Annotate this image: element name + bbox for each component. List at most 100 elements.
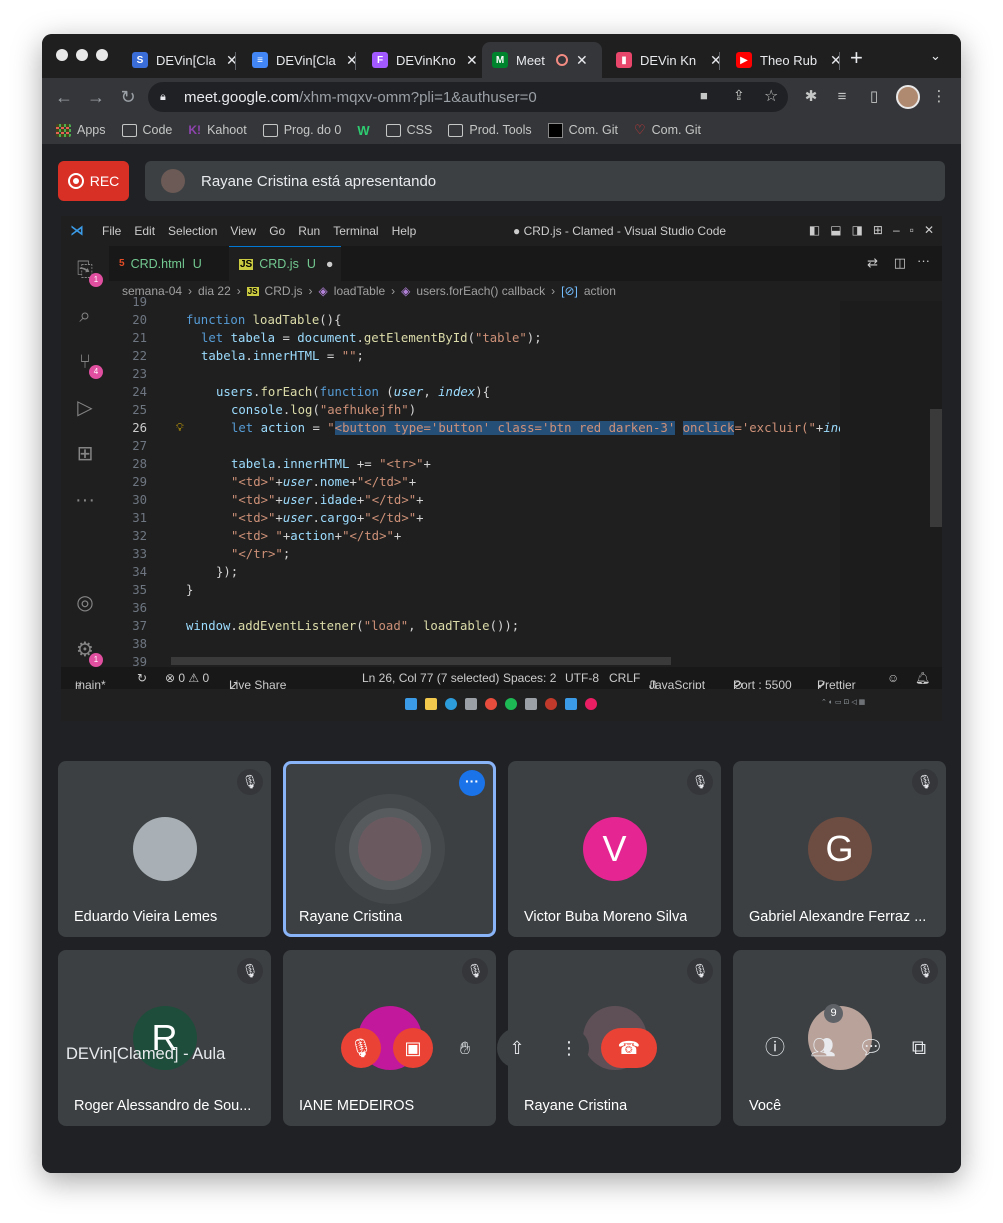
participant-tile[interactable]: 🎙︎ V Victor Buba Moreno Silva <box>508 761 721 937</box>
close-tab-icon[interactable]: ✕ <box>466 52 478 69</box>
menu-item[interactable]: Terminal <box>333 224 378 238</box>
menu-item[interactable]: View <box>230 224 256 238</box>
back-arrow-icon[interactable]: ← <box>53 86 75 108</box>
reload-icon[interactable]: ↻ <box>117 86 139 108</box>
leave-call-button[interactable]: ☎︎ <box>601 1028 657 1068</box>
problems-status[interactable]: ⊗ 0 ⚠ 0 <box>165 671 209 685</box>
minimap-slider[interactable] <box>930 409 942 527</box>
horizontal-scrollbar[interactable] <box>171 657 671 665</box>
browser-tab-active[interactable]: M Meet ✕ <box>482 42 602 78</box>
bookmark-star-icon[interactable]: ☆ <box>764 86 778 106</box>
bookmark-folder[interactable]: Prod. Tools <box>448 123 532 137</box>
run-debug-icon[interactable]: ▷ <box>73 396 97 420</box>
app-icon[interactable] <box>525 698 537 710</box>
bookmark-apps[interactable]: Apps <box>56 123 106 137</box>
forward-arrow-icon[interactable]: → <box>85 86 107 108</box>
browser-tab[interactable]: ▮ DEVin Kn ✕ <box>606 42 732 78</box>
meeting-info-icon[interactable]: ⓘ <box>760 1033 790 1063</box>
present-screen-button[interactable]: ⇧ <box>497 1028 537 1068</box>
editor-tab[interactable]: 5 CRD.html U <box>109 246 227 281</box>
restore-icon[interactable]: ▫ <box>910 223 914 237</box>
vscode-taskbar-icon[interactable] <box>565 698 577 710</box>
settings-gear-icon[interactable]: ⚙ 1 <box>73 638 103 667</box>
close-icon[interactable]: ✕ <box>924 223 934 237</box>
feedback-icon[interactable]: ☺ <box>887 671 899 685</box>
recording-button[interactable]: REC <box>58 161 129 201</box>
address-bar[interactable]: 🔒︎ meet.google.com /xhm-mqxv-omm?pli=1&a… <box>148 82 788 112</box>
camera-icon[interactable]: ■ <box>700 88 708 103</box>
close-tab-icon[interactable]: ✕ <box>576 52 588 69</box>
side-panel-icon[interactable]: ▯ <box>864 87 884 107</box>
explorer-icon[interactable]: ⎘ 1 <box>73 258 103 287</box>
extensions-icon[interactable]: ⊞ <box>73 442 97 466</box>
participant-tile-active[interactable]: ··· Rayane Cristina <box>283 761 496 937</box>
compare-icon[interactable]: ⇄ <box>867 255 878 271</box>
share-icon[interactable]: ⇪ <box>733 87 745 104</box>
layout-panel-icon[interactable]: ⬓ <box>830 223 841 237</box>
menu-kebab-icon[interactable]: ⋮ <box>929 87 949 107</box>
accounts-icon[interactable]: ◎ <box>73 591 97 615</box>
bookmark-prog[interactable]: Prog. do 0 <box>262 123 341 137</box>
source-control-icon[interactable]: ⑂ 4 <box>73 350 103 379</box>
spotify-icon[interactable] <box>505 698 517 710</box>
minimize-icon[interactable]: – <box>893 223 900 237</box>
menu-item[interactable]: File <box>102 224 121 238</box>
browser-tab[interactable]: S DEVin[Cla ✕ <box>122 42 248 78</box>
profile-avatar[interactable] <box>896 85 920 109</box>
bookmark-folder[interactable]: Code <box>121 123 172 137</box>
indentation-status[interactable]: Spaces: 2 <box>503 671 556 685</box>
browser-tab[interactable]: ▶ Theo Rub ✕ <box>726 42 852 78</box>
encoding-status[interactable]: UTF-8 <box>565 671 599 685</box>
sync-icon[interactable]: ↻ <box>137 671 147 685</box>
activities-icon[interactable]: ⧉ <box>904 1033 934 1063</box>
eol-status[interactable]: CRLF <box>609 671 640 685</box>
obs-icon[interactable] <box>545 698 557 710</box>
tab-search-chevron-icon[interactable]: ⌄ <box>930 48 941 64</box>
browser-tab[interactable]: F DEVinKno ✕ <box>362 42 488 78</box>
code-editor[interactable]: 19 20 function loadTable(){ 21 let tabela … <box>109 295 942 669</box>
chrome-icon[interactable] <box>485 698 497 710</box>
store-icon[interactable] <box>465 698 477 710</box>
raise-hand-button[interactable]: ✋︎ <box>445 1028 485 1068</box>
notifications-bell-icon[interactable]: 🔔︎ <box>915 671 930 685</box>
new-tab-button[interactable]: + <box>850 45 863 71</box>
window-close-button[interactable] <box>56 49 68 61</box>
menu-item[interactable]: Edit <box>134 224 155 238</box>
chat-icon[interactable]: 💬︎ <box>856 1033 886 1063</box>
extensions-icon[interactable]: ✱ <box>801 87 821 107</box>
browser-tab[interactable]: ≡ DEVin[Cla ✕ <box>242 42 368 78</box>
participant-tile[interactable]: 🎙︎ G Gabriel Alexandre Ferraz ... <box>733 761 946 937</box>
menu-item[interactable]: Go <box>269 224 285 238</box>
menu-item[interactable]: Help <box>392 224 417 238</box>
window-maximize-button[interactable] <box>96 49 108 61</box>
participant-tile[interactable]: 🎙︎ R Roger Alessandro de Sou... <box>58 950 271 1126</box>
bookmark-folder[interactable]: CSS <box>385 123 432 137</box>
menu-item[interactable]: Selection <box>168 224 217 238</box>
app-icon[interactable] <box>585 698 597 710</box>
camera-off-button[interactable]: ▣ <box>393 1028 433 1068</box>
mic-off-button[interactable]: 🎙︎ <box>341 1028 381 1068</box>
windows-start-icon[interactable] <box>405 698 417 710</box>
customize-layout-icon[interactable]: ⊞ <box>873 223 883 237</box>
bookmark-com-git[interactable]: Com. Git <box>547 122 618 138</box>
window-minimize-button[interactable] <box>76 49 88 61</box>
media-controls-icon[interactable]: ≡ <box>832 87 852 107</box>
edge-icon[interactable] <box>445 698 457 710</box>
bookmark-w[interactable]: W <box>357 123 369 138</box>
cursor-position[interactable]: Ln 26, Col 77 (7 selected) <box>362 671 499 685</box>
layout-secondary-icon[interactable]: ◨ <box>852 223 863 237</box>
participant-tile[interactable]: 🎙︎ Eduardo Vieira Lemes <box>58 761 271 937</box>
menu-item[interactable]: Run <box>298 224 320 238</box>
more-options-button[interactable]: ⋮ <box>549 1028 589 1068</box>
lightbulb-icon[interactable]: 💡︎ <box>176 419 184 437</box>
split-editor-icon[interactable]: ◫ <box>894 255 906 271</box>
file-explorer-icon[interactable] <box>425 698 437 710</box>
search-icon[interactable]: ⌕ <box>73 304 97 328</box>
people-icon[interactable]: 👥︎ <box>808 1033 838 1063</box>
layout-sidebar-icon[interactable]: ◧ <box>809 223 820 237</box>
minimap[interactable] <box>840 301 942 667</box>
more-icon[interactable]: ··· <box>73 488 97 512</box>
more-actions-icon[interactable]: ··· <box>917 253 930 268</box>
bookmark-kahoot[interactable]: K! Kahoot <box>188 123 246 137</box>
editor-tab-active[interactable]: JS CRD.js U ● <box>229 246 341 281</box>
